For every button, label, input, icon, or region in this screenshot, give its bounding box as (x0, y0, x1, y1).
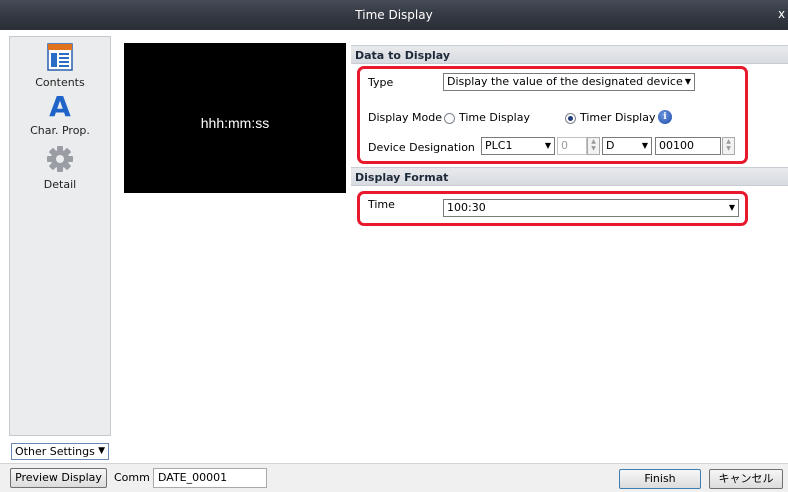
sidebar: Contents A Char. Prop. Detail (9, 36, 111, 436)
plc-value: PLC1 (485, 139, 513, 152)
preview-format-text: hhh:mm:ss (200, 115, 270, 131)
cancel-button[interactable]: キャンセル (709, 469, 783, 489)
time-label: Time (368, 198, 395, 211)
station-number-field[interactable]: 0 (557, 137, 587, 155)
device-address-spinner[interactable]: ▲ ▼ (722, 137, 735, 155)
device-address-value: 00100 (659, 139, 694, 152)
window-title: Time Display (355, 8, 433, 22)
type-label: Type (368, 76, 394, 89)
preview-display-button[interactable]: Preview Display (10, 468, 107, 488)
timer-display-radio[interactable] (565, 113, 576, 124)
time-format-select[interactable]: 100:30 ▼ (443, 199, 739, 217)
sidebar-item-label: Contents (35, 76, 85, 89)
sidebar-item-contents[interactable]: Contents (10, 43, 110, 89)
chevron-down-icon: ▼ (98, 446, 105, 456)
preview-area: hhh:mm:ss (124, 43, 346, 193)
other-settings-label: Other Settings (15, 445, 95, 458)
sidebar-item-detail[interactable]: Detail (10, 145, 110, 191)
info-icon[interactable]: i (658, 110, 672, 124)
comment-input[interactable]: DATE_00001 (153, 468, 267, 488)
plc-select[interactable]: PLC1 ▼ (481, 137, 555, 155)
time-display-radio[interactable] (444, 113, 455, 124)
other-settings-dropdown[interactable]: Other Settings ▼ (11, 443, 109, 460)
comment-label: Comm (114, 471, 150, 484)
close-icon[interactable]: x (778, 7, 788, 21)
chevron-down-icon: ▼ (728, 203, 735, 212)
sidebar-item-char-prop[interactable]: A Char. Prop. (10, 90, 110, 137)
time-format-value: 100:30 (447, 201, 486, 214)
timer-display-label: Timer Display (580, 111, 656, 124)
station-value: 0 (561, 139, 568, 152)
svg-text:A: A (49, 91, 71, 119)
type-select[interactable]: Display the value of the designated devi… (443, 73, 695, 91)
chevron-down-icon: ▼ (544, 141, 551, 150)
title-bar: Time Display x (0, 0, 788, 30)
device-type-select[interactable]: D ▼ (602, 137, 652, 155)
chevron-down-icon: ▼ (684, 77, 691, 86)
type-value: Display the value of the designated devi… (447, 75, 683, 88)
finish-button[interactable]: Finish (619, 469, 701, 489)
sidebar-item-label: Detail (43, 178, 77, 191)
chevron-down-icon: ▼ (641, 141, 648, 150)
display-format-header: Display Format (351, 167, 788, 186)
device-designation-label: Device Designation (368, 141, 475, 154)
sidebar-item-label: Char. Prop. (30, 124, 90, 137)
gear-icon (47, 146, 73, 172)
display-mode-label: Display Mode (368, 111, 443, 124)
char-prop-icon: A (49, 90, 71, 123)
bottom-bar: Preview Display Comm DATE_00001 Finish キ… (0, 463, 788, 492)
station-spinner[interactable]: ▲ ▼ (587, 137, 600, 155)
contents-icon (47, 43, 73, 71)
data-to-display-header: Data to Display (351, 45, 788, 64)
time-display-label: Time Display (459, 111, 530, 124)
device-address-field[interactable]: 00100 (655, 137, 721, 155)
device-type-value: D (606, 139, 615, 152)
